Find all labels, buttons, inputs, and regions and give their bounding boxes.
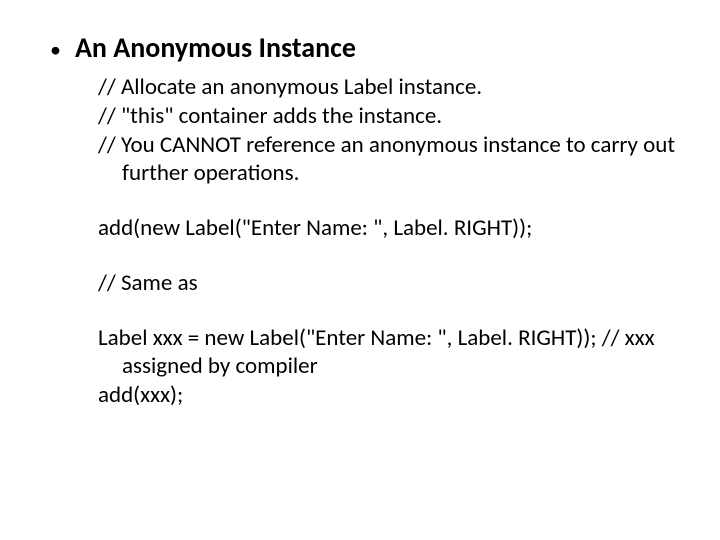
spacer <box>98 243 680 269</box>
comment-line-1: // Allocate an anonymous Label instance. <box>98 73 680 102</box>
content-block: // Allocate an anonymous Label instance.… <box>98 73 680 410</box>
spacer <box>98 298 680 324</box>
code-line-1: add(new Label("Enter Name: ", Label. RIG… <box>98 214 680 243</box>
code-line-3: add(xxx); <box>98 381 680 410</box>
spacer <box>98 188 680 214</box>
bullet-heading-row: • An Anonymous Instance <box>50 30 680 65</box>
comment-line-3: // You CANNOT reference an anonymous ins… <box>98 131 680 189</box>
comment-line-2: // "this" container adds the instance. <box>98 102 680 131</box>
code-line-2: Label xxx = new Label("Enter Name: ", La… <box>98 324 680 382</box>
comment-line-4: // Same as <box>98 269 680 298</box>
slide-heading: An Anonymous Instance <box>75 30 356 65</box>
bullet-marker: • <box>50 39 61 61</box>
